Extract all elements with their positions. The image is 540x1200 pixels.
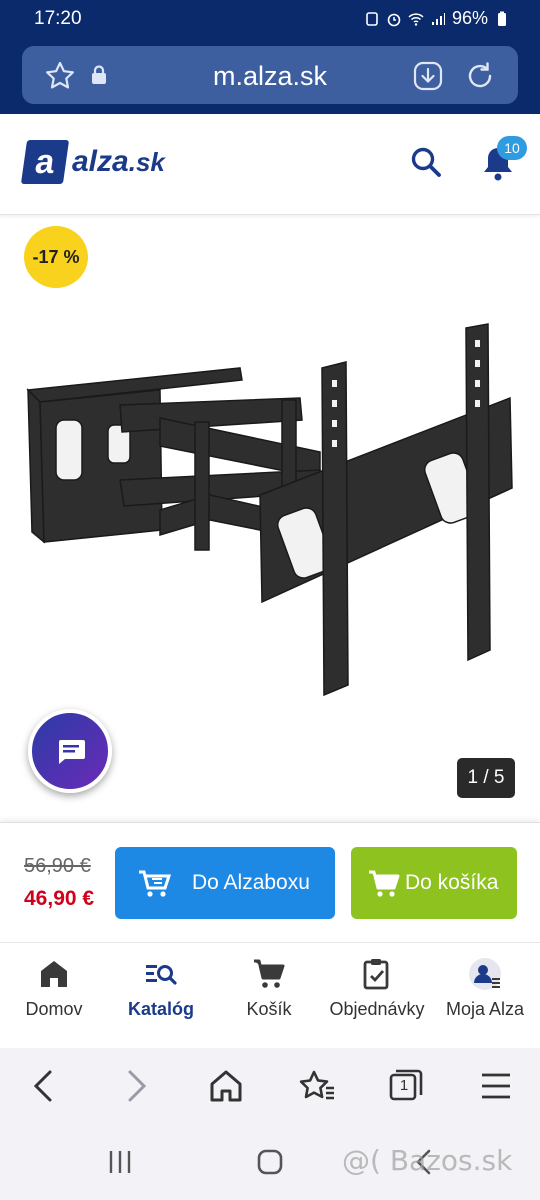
account-icon	[469, 958, 501, 990]
battery-icon	[498, 11, 506, 26]
browser-home-icon[interactable]	[206, 1068, 246, 1104]
nav-item-catalog[interactable]: Katalóg	[106, 957, 216, 1020]
logo-tld: .sk	[128, 147, 165, 177]
nav-label-home: Domov	[25, 999, 83, 1019]
tabs-button[interactable]: 1	[386, 1068, 426, 1104]
forward-icon[interactable]	[116, 1068, 156, 1104]
alzabox-button-label: Do Alzaboxu	[192, 871, 310, 894]
wifi-icon	[408, 12, 424, 26]
alza-logo[interactable]: a alza.sk	[20, 140, 165, 184]
url-box[interactable]: m.alza.sk	[22, 46, 518, 104]
browser-bar: m.alza.sk	[0, 38, 540, 114]
nav-label-orders: Objednávky	[329, 999, 425, 1019]
alarm-icon	[387, 13, 401, 26]
nav-label-cart: Košík	[246, 999, 292, 1019]
recent-apps-icon[interactable]	[106, 1148, 134, 1176]
alzabox-button[interactable]: Do Alzaboxu	[115, 847, 335, 919]
search-icon[interactable]	[408, 144, 444, 180]
product-image-tv-wall-mount[interactable]	[20, 310, 520, 710]
discount-badge: -17 %	[24, 226, 88, 288]
signal-icon	[431, 12, 445, 25]
reload-icon[interactable]	[464, 60, 496, 92]
image-counter: 1 / 5	[457, 758, 515, 798]
nav-item-orders[interactable]: Objednávky	[322, 957, 432, 1020]
old-price: 56,90 €	[24, 855, 91, 877]
cart-icon	[369, 870, 400, 897]
menu-icon[interactable]	[476, 1068, 516, 1104]
recycle-icon	[366, 11, 378, 26]
logo-mark: a	[20, 140, 70, 184]
chat-button[interactable]	[28, 709, 112, 793]
browser-toolbar: 1	[0, 1048, 540, 1124]
download-icon[interactable]	[412, 60, 444, 92]
logo-name: alza	[72, 145, 129, 178]
cart-fast-icon	[139, 870, 172, 897]
orders-clipboard-icon	[363, 959, 389, 990]
site-header: a alza.sk	[0, 114, 540, 215]
cart-icon	[254, 959, 285, 988]
logo-text: alza.sk	[72, 145, 165, 179]
android-home-icon[interactable]	[256, 1148, 284, 1176]
catalog-search-icon	[146, 965, 177, 985]
notifications-badge: 10	[497, 136, 527, 160]
sale-price: 46,90 €	[24, 887, 95, 910]
battery-percent: 96%	[451, 8, 488, 28]
status-bar: 17:20 96%	[0, 0, 540, 38]
android-nav-bar: @( Bazos.sk	[0, 1124, 540, 1200]
nav-item-account[interactable]: Moja Alza	[430, 957, 540, 1020]
bookmarks-star-icon[interactable]	[296, 1068, 336, 1104]
status-time: 17:20	[34, 8, 82, 29]
back-icon[interactable]	[24, 1068, 64, 1104]
add-to-cart-button[interactable]: Do košíka	[351, 847, 517, 919]
tabs-count: 1	[399, 1077, 409, 1094]
nav-label-account: Moja Alza	[445, 999, 525, 1019]
status-icons: 96%	[364, 8, 510, 29]
bazos-watermark: @( Bazos.sk	[342, 1144, 513, 1177]
buy-bar: 56,90 € 46,90 € Do Alzaboxu Do košíka	[0, 822, 540, 943]
nav-label-catalog: Katalóg	[127, 999, 194, 1019]
nav-item-home[interactable]: Domov	[0, 957, 109, 1020]
home-icon	[41, 961, 67, 987]
nav-item-cart[interactable]: Košík	[214, 957, 324, 1020]
chat-bubble-icon	[59, 740, 85, 764]
add-to-cart-label: Do košíka	[405, 871, 499, 894]
site-bottom-nav: Domov Katalóg Košík Objednávky Moja Alza	[0, 942, 540, 1049]
